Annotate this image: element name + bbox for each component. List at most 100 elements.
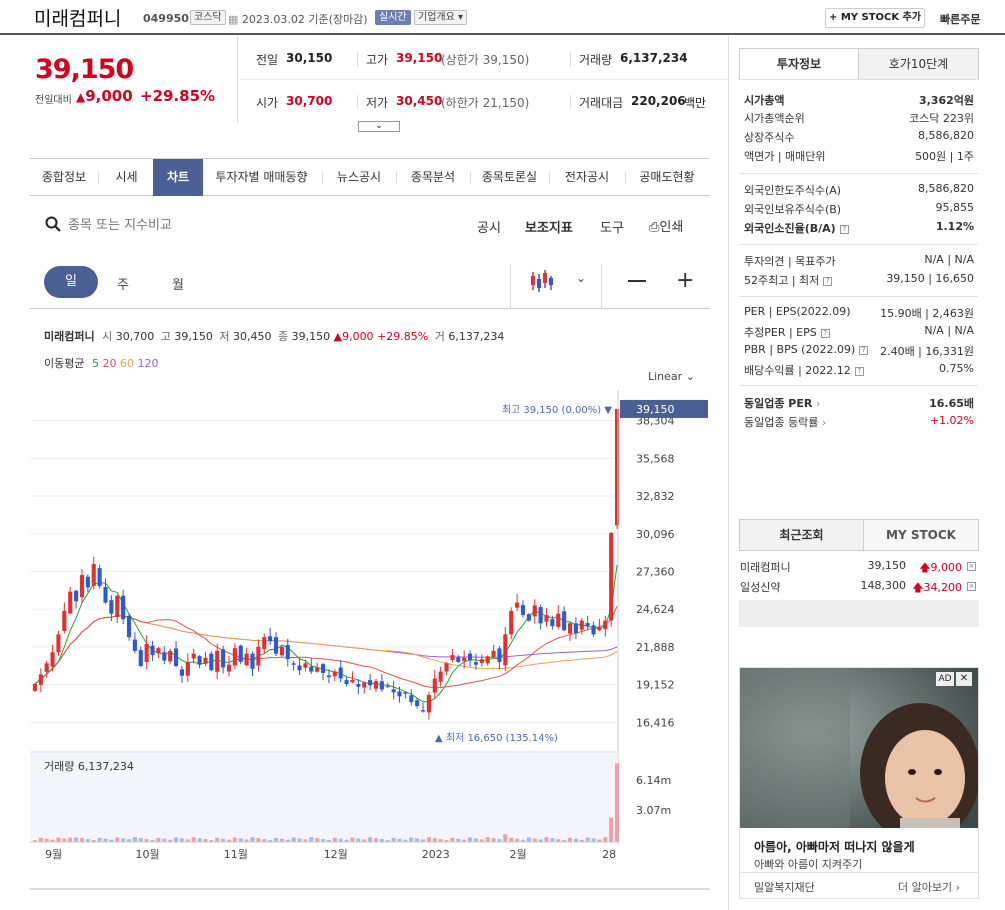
candle-body	[556, 613, 561, 627]
candle-body	[591, 625, 596, 635]
candle-body	[68, 591, 73, 614]
scale-mode-select[interactable]: Linear ⌄	[648, 370, 695, 383]
ma-line	[34, 615, 618, 685]
volume-bar	[291, 837, 296, 842]
x-tick-label: 9월	[45, 848, 62, 861]
volume-bar	[432, 838, 437, 842]
tab-investor-trading[interactable]: 투자자별 매매동향	[203, 159, 320, 196]
candle-body	[326, 675, 331, 678]
tab-disclosure[interactable]: 전자공시	[551, 159, 623, 196]
ad-title[interactable]: 아름아, 아빠마저 떠나지 않을게	[754, 838, 915, 855]
ma-120: 120	[137, 357, 159, 370]
print-button[interactable]: ⎙인쇄	[649, 216, 683, 235]
candle-body	[62, 610, 67, 632]
volume-bar	[585, 837, 590, 842]
zoom-in-button[interactable]: +	[676, 270, 694, 292]
divider	[470, 171, 471, 184]
summary-close: 39,150	[291, 330, 331, 343]
divider	[739, 173, 978, 174]
chevron-right-icon[interactable]: ›	[812, 397, 820, 410]
invest-row: 액면가 | 매매단위 500원 | 1주	[744, 148, 974, 164]
compare-search-input[interactable]	[68, 216, 268, 234]
volume-bar	[356, 838, 361, 842]
help-icon[interactable]: ?	[839, 224, 849, 234]
candle-body	[268, 636, 273, 642]
tab-short-selling[interactable]: 공매도현황	[627, 159, 707, 196]
candle-body	[285, 645, 290, 660]
invest-row: 배당수익률 | 2022.12? 0.75%	[744, 362, 974, 378]
invest-row-label: 외국인한도주식수(A)	[744, 184, 842, 197]
recent-item-name: 미래컴퍼니	[740, 561, 791, 574]
company-info-button[interactable]: 기업개요 ▾	[414, 10, 468, 25]
divider	[322, 171, 323, 184]
min-price-annotation: ▲ 최저 16,650 (135.14%)	[435, 732, 558, 744]
tools-button[interactable]: 도구	[600, 217, 624, 236]
volume-label: 거래량	[579, 53, 613, 67]
expand-toggle-button[interactable]: ⌄	[358, 121, 400, 132]
zoom-out-button[interactable]	[628, 280, 646, 282]
ad-learn-more-link[interactable]: 더 알아보기 ›	[898, 879, 960, 895]
divider	[357, 95, 358, 109]
help-icon[interactable]: ?	[854, 366, 864, 376]
tab-chart[interactable]: 차트	[153, 159, 203, 196]
recent-item[interactable]: 일성신약 148,300 🡅34,200 ×	[740, 579, 978, 595]
help-icon[interactable]: ?	[823, 276, 833, 286]
volume-bar	[56, 837, 61, 842]
price-chart[interactable]: 38,30435,56832,83230,09627,36024,62421,8…	[30, 390, 710, 890]
candle-body	[585, 623, 590, 627]
candle-body	[438, 671, 443, 682]
period-month-button[interactable]: 월	[172, 274, 184, 293]
volume-bar	[550, 838, 555, 842]
current-price-label: 39,150	[636, 403, 675, 416]
search-icon[interactable]	[45, 216, 61, 235]
realtime-button[interactable]: 실시간	[375, 10, 411, 25]
help-icon[interactable]: ?	[859, 345, 869, 355]
divider	[625, 171, 626, 184]
chevron-right-icon[interactable]: ›	[818, 416, 826, 429]
candle-body	[203, 657, 208, 664]
tab-invest-info[interactable]: 투자정보	[739, 48, 859, 80]
remove-icon[interactable]: ×	[967, 562, 976, 571]
indicators-button[interactable]: 보조지표	[525, 217, 573, 236]
recent-item[interactable]: 미래컴퍼니 39,150 🡅9,000 ×	[740, 559, 978, 575]
tab-orderbook[interactable]: 호가10단계	[858, 48, 979, 80]
invest-row: 시가총액 3,362억원	[744, 92, 974, 108]
invest-row-value: 코스닥 223위	[909, 112, 974, 125]
close-icon[interactable]: ✕	[956, 672, 972, 686]
invest-row-label: 외국인보유주식수(B)	[744, 203, 842, 216]
invest-row-value: N/A | N/A	[924, 324, 974, 337]
ad-badge: AD	[936, 672, 954, 686]
mystock-add-button[interactable]: + MY STOCK 추가	[825, 8, 925, 28]
candle-body	[526, 614, 531, 621]
divider	[570, 52, 571, 66]
divider	[237, 79, 728, 80]
candle-body	[74, 590, 79, 602]
remove-icon[interactable]: ×	[967, 582, 976, 591]
candle-body	[567, 623, 573, 634]
candle-body	[338, 667, 343, 679]
candle-body	[468, 653, 473, 661]
period-day-button[interactable]: 일	[44, 266, 98, 298]
help-icon[interactable]: ?	[820, 328, 830, 338]
volume-bar	[473, 838, 478, 842]
tab-news[interactable]: 뉴스공시	[324, 159, 394, 196]
candle-body	[415, 700, 420, 707]
ad-banner[interactable]: AD ✕ 아름아, 아빠마저 떠나지 않을게 아빠와 아름이 지켜주기 밀알복지…	[739, 667, 980, 899]
tab-recent[interactable]: 최근조회	[739, 519, 864, 551]
summary-volume-label: 거	[434, 330, 445, 343]
candle-body	[432, 678, 437, 693]
chevron-down-icon[interactable]: ⌄	[576, 271, 586, 285]
tab-discussion[interactable]: 종목토론실	[472, 159, 547, 196]
volume-bar	[156, 837, 161, 842]
period-week-button[interactable]: 주	[117, 274, 129, 293]
tab-analysis[interactable]: 종목분석	[398, 159, 468, 196]
moving-average-legend: 이동평균 5 20 60 120	[44, 355, 158, 371]
tab-overview[interactable]: 종합정보	[30, 159, 98, 196]
tab-mystock[interactable]: MY STOCK	[863, 519, 979, 551]
tab-quote[interactable]: 시세	[100, 159, 153, 196]
candlestick-type-icon[interactable]	[529, 268, 555, 297]
summary-change: ▲9,000	[333, 330, 374, 343]
quick-order-button[interactable]: 빠른주문	[940, 11, 980, 27]
notice-button[interactable]: 공시	[477, 217, 501, 236]
ma-5: 5	[91, 357, 99, 370]
